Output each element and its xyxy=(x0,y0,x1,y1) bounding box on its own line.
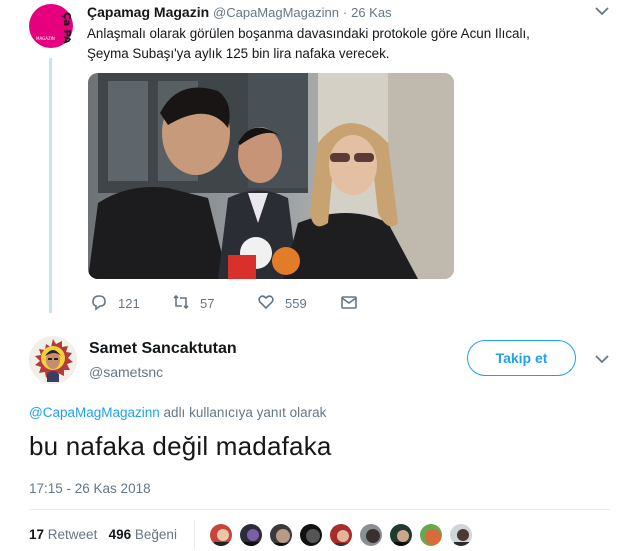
liker-avatar[interactable] xyxy=(448,522,474,548)
samet-avatar[interactable] xyxy=(29,336,77,384)
like-stat-label: Beğeni xyxy=(134,527,177,542)
retweet-stat-label: Retweet xyxy=(47,527,98,542)
like-stat-count: 496 xyxy=(108,527,132,542)
reply-action[interactable]: 121 xyxy=(90,293,140,314)
liker-avatar[interactable] xyxy=(418,522,444,548)
reply-icon[interactable] xyxy=(90,293,108,314)
quoted-tweet-photo[interactable] xyxy=(88,73,454,279)
capamag-avatar[interactable]: Ça PA MAGAZIN xyxy=(27,2,75,50)
liker-avatar[interactable] xyxy=(388,522,414,548)
reply-context: @CapaMagMagazinn adlı kullanıcıya yanıt … xyxy=(29,405,326,420)
quoted-separator: · xyxy=(342,5,348,20)
quoted-text-line-2: Şeyma Subaşı'ya aylık 125 bin lira nafak… xyxy=(87,46,390,61)
stats-divider xyxy=(194,521,195,549)
quoted-date[interactable]: 26 Kas xyxy=(351,5,391,20)
retweet-action[interactable]: 57 xyxy=(172,293,214,314)
like-count: 559 xyxy=(285,296,307,311)
chevron-down-icon[interactable] xyxy=(594,352,610,366)
retweet-count: 57 xyxy=(200,296,215,311)
author-handle[interactable]: @sametsnc xyxy=(89,364,163,380)
dm-envelope-icon[interactable] xyxy=(340,293,358,314)
tweet-timestamp[interactable]: 17:15 - 26 Kas 2018 xyxy=(29,481,151,496)
quoted-text-line-1: Anlaşmalı olarak görülen boşanma davasın… xyxy=(87,26,530,41)
follow-button[interactable]: Takip et xyxy=(467,340,576,376)
thread-connector-line xyxy=(49,58,52,313)
divider xyxy=(29,509,610,510)
retweet-stat[interactable]: 17 Retweet xyxy=(29,527,101,542)
quoted-tweet-actions: 121 57 559 xyxy=(90,293,390,313)
retweet-stat-count: 17 xyxy=(29,527,45,542)
liker-avatar[interactable] xyxy=(238,522,264,548)
quoted-handle[interactable]: @CapaMagMagazinn xyxy=(213,5,339,20)
liker-avatar[interactable] xyxy=(298,522,324,548)
tweet-stats: 17 Retweet 496 Beğeni xyxy=(29,527,177,542)
like-stat[interactable]: 496 Beğeni xyxy=(109,527,177,542)
avatar-logo-text: Ça PA xyxy=(61,12,72,44)
liker-avatar[interactable] xyxy=(328,522,354,548)
liker-avatar[interactable] xyxy=(358,522,384,548)
liker-avatar[interactable] xyxy=(208,522,234,548)
dm-action[interactable] xyxy=(340,293,358,314)
quoted-tweet-text: Anlaşmalı olarak görülen boşanma davasın… xyxy=(87,24,607,64)
like-action[interactable]: 559 xyxy=(257,293,307,314)
avatar-logo-subtext: MAGAZIN xyxy=(36,36,55,41)
reply-mention-link[interactable]: @CapaMagMagazinn xyxy=(29,405,160,420)
retweet-icon[interactable] xyxy=(172,293,190,314)
author-display-name[interactable]: Samet Sancaktutan xyxy=(89,340,237,358)
reply-context-text: adlı kullanıcıya yanıt olarak xyxy=(163,405,327,420)
tweet-text: bu nafaka değil madafaka xyxy=(29,431,332,461)
heart-icon[interactable] xyxy=(257,293,275,314)
chevron-down-icon[interactable] xyxy=(594,4,610,18)
reply-count: 121 xyxy=(118,296,140,311)
liker-avatar[interactable] xyxy=(268,522,294,548)
quoted-tweet-header: Çapamag Magazin @CapaMagMagazinn · 26 Ka… xyxy=(87,4,392,20)
quoted-display-name[interactable]: Çapamag Magazin xyxy=(87,4,209,20)
